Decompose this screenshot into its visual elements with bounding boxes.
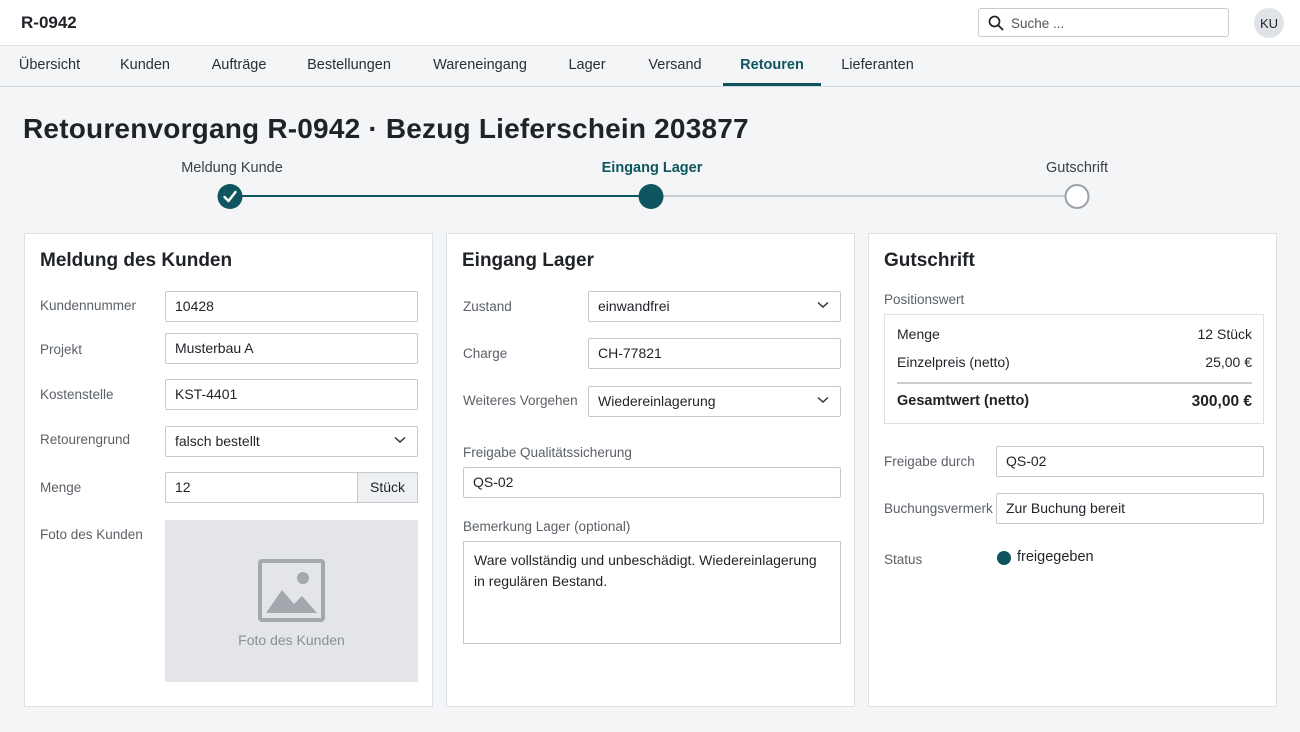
summary-row-menge: Menge 12 Stück bbox=[897, 326, 1252, 342]
label-weiteres-vorgehen: Weiteres Vorgehen bbox=[463, 393, 578, 408]
step-line-completed bbox=[230, 195, 650, 197]
card-customer-report: Meldung des Kunden Kundennummer 10428 Pr… bbox=[24, 233, 433, 707]
step-dot-todo bbox=[1064, 184, 1090, 209]
freigabe-qs-field[interactable]: QS-02 bbox=[463, 467, 841, 498]
card-warehouse-receipt: Eingang Lager Zustand einwandfrei Charge… bbox=[446, 233, 855, 707]
top-bar: R-0942 KU bbox=[0, 0, 1300, 46]
charge-field[interactable]: CH-77821 bbox=[588, 338, 841, 369]
label-status: Status bbox=[884, 552, 923, 567]
search-box[interactable] bbox=[978, 8, 1229, 37]
status-badge: freigegeben bbox=[1017, 549, 1094, 565]
image-placeholder-icon bbox=[258, 559, 325, 622]
chevron-down-icon bbox=[817, 301, 829, 309]
summary-label: Gesamtwert (netto) bbox=[897, 393, 1030, 409]
progress-stepper: Meldung Kunde Eingang Lager Gutschrift bbox=[0, 150, 1300, 220]
chevron-down-icon bbox=[817, 396, 829, 404]
position-summary: Menge 12 Stück Einzelpreis (netto) 25,00… bbox=[884, 314, 1264, 424]
menge-unit: Stück bbox=[357, 472, 418, 503]
step-label-gutschrift: Gutschrift bbox=[1045, 160, 1109, 176]
step-dot-done bbox=[217, 184, 243, 209]
summary-row-gesamt: Gesamtwert (netto) 300,00 € bbox=[897, 393, 1252, 410]
label-kundennummer: Kundennummer bbox=[40, 298, 137, 313]
label-projekt: Projekt bbox=[40, 342, 83, 357]
card-credit-note: Gutschrift Positionswert Menge 12 Stück … bbox=[868, 233, 1277, 707]
retourengrund-select[interactable]: falsch bestellt bbox=[165, 426, 418, 457]
tab-auftraege[interactable]: Aufträge bbox=[203, 46, 275, 86]
tab-uebersicht[interactable]: Übersicht bbox=[12, 46, 87, 86]
label-buchungsvermerk: Buchungsvermerk bbox=[884, 501, 993, 516]
summary-label: Einzelpreis (netto) bbox=[897, 354, 1010, 370]
status-indicator bbox=[997, 551, 1011, 565]
summary-value: 300,00 € bbox=[1191, 393, 1252, 410]
zustand-select[interactable]: einwandfrei bbox=[588, 291, 841, 322]
tab-kunden[interactable]: Kunden bbox=[113, 46, 177, 86]
zustand-value: einwandfrei bbox=[598, 298, 670, 314]
label-menge: Menge bbox=[40, 480, 82, 495]
tab-lager[interactable]: Lager bbox=[560, 46, 614, 86]
card-title: Eingang Lager bbox=[462, 250, 594, 271]
retourengrund-value: falsch bestellt bbox=[175, 433, 260, 449]
kundennummer-field[interactable]: 10428 bbox=[165, 291, 418, 322]
weiteres-vorgehen-select[interactable]: Wiedereinlagerung bbox=[588, 386, 841, 417]
projekt-field[interactable]: Musterbau A bbox=[165, 333, 418, 364]
app-title: R-0942 bbox=[21, 13, 77, 32]
summary-divider bbox=[897, 382, 1252, 384]
tab-wareneingang[interactable]: Wareneingang bbox=[426, 46, 534, 86]
step-label-eingang: Eingang Lager bbox=[601, 160, 703, 176]
summary-value: 25,00 € bbox=[1205, 354, 1252, 370]
label-charge: Charge bbox=[463, 346, 508, 361]
buchungsvermerk-field[interactable]: Zur Buchung bereit bbox=[996, 493, 1264, 524]
step-line-pending bbox=[651, 195, 1076, 197]
weiteres-vorgehen-value: Wiedereinlagerung bbox=[598, 393, 716, 409]
checkmark-icon bbox=[223, 190, 237, 203]
page-title: Retourenvorgang R-0942 · Bezug Liefersch… bbox=[23, 113, 749, 144]
bemerkung-textarea[interactable]: Ware vollständig und unbeschädigt. Wiede… bbox=[463, 541, 841, 644]
chevron-down-icon bbox=[394, 436, 406, 444]
tab-versand[interactable]: Versand bbox=[640, 46, 710, 86]
summary-row-einzelpreis: Einzelpreis (netto) 25,00 € bbox=[897, 354, 1252, 370]
tab-retouren[interactable]: Retouren bbox=[723, 46, 821, 86]
tab-bestellungen[interactable]: Bestellungen bbox=[300, 46, 398, 86]
customer-photo-placeholder[interactable]: Foto des Kunden bbox=[165, 520, 418, 682]
card-title: Gutschrift bbox=[884, 250, 975, 271]
menge-field[interactable]: 12 bbox=[165, 472, 358, 503]
main-nav: Übersicht Kunden Aufträge Bestellungen W… bbox=[0, 46, 1300, 87]
card-title: Meldung des Kunden bbox=[40, 250, 233, 271]
freigabe-durch-field[interactable]: QS-02 bbox=[996, 446, 1264, 477]
label-bemerkung: Bemerkung Lager (optional) bbox=[463, 519, 631, 534]
label-freigabe-qs: Freigabe Qualitätssicherung bbox=[463, 445, 632, 460]
label-foto: Foto des Kunden bbox=[40, 527, 143, 542]
label-positionswert: Positionswert bbox=[884, 292, 965, 307]
summary-label: Menge bbox=[897, 326, 940, 342]
tab-lieferanten[interactable]: Lieferanten bbox=[834, 46, 921, 86]
label-zustand: Zustand bbox=[463, 299, 512, 314]
search-icon bbox=[988, 15, 1004, 31]
label-retourengrund: Retourengrund bbox=[40, 432, 131, 447]
summary-value: 12 Stück bbox=[1197, 326, 1252, 342]
avatar[interactable]: KU bbox=[1254, 8, 1284, 38]
label-kostenstelle: Kostenstelle bbox=[40, 387, 114, 402]
step-dot-current bbox=[638, 184, 664, 209]
photo-caption: Foto des Kunden bbox=[238, 632, 345, 648]
kostenstelle-field[interactable]: KST-4401 bbox=[165, 379, 418, 410]
step-label-meldung: Meldung Kunde bbox=[181, 160, 283, 176]
label-freigabe-durch: Freigabe durch bbox=[884, 454, 975, 469]
search-input[interactable] bbox=[1011, 13, 1221, 33]
